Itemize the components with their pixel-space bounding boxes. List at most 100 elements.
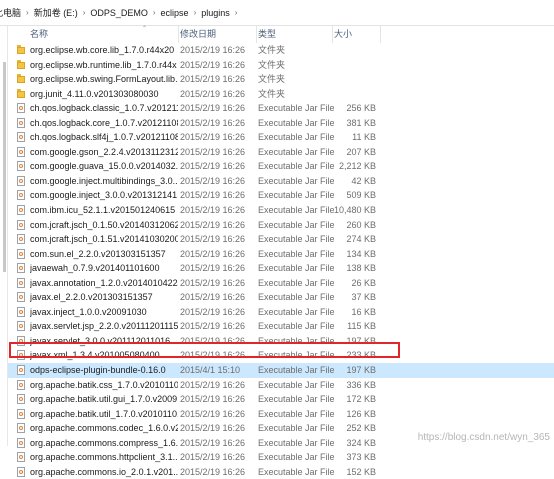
jar-icon — [17, 103, 25, 114]
file-modified-date: 2015/2/19 16:26 — [180, 88, 246, 99]
file-size: 207 KB — [346, 146, 376, 157]
breadcrumb-separator-icon: › — [26, 8, 29, 17]
file-type: 文件夹 — [258, 45, 286, 55]
file-name: javax.el_2.2.0.v201303151357 — [30, 292, 153, 303]
file-name: com.google.guava_15.0.0.v2014032... — [30, 161, 178, 172]
breadcrumb-item-plugins[interactable]: plugins — [200, 8, 231, 18]
file-modified-date: 2015/2/19 16:26 — [180, 103, 246, 114]
file-name: org.apache.batik.css_1.7.0.v2010110... — [30, 379, 178, 390]
column-divider[interactable] — [256, 26, 257, 43]
file-size: 42 KB — [351, 175, 376, 186]
column-header-size[interactable]: 大小 — [334, 26, 352, 43]
file-row[interactable]: org.apache.batik.util_1.7.0.v2010110... 2… — [8, 407, 554, 422]
jar-icon — [17, 379, 25, 390]
file-name: org.apache.commons.httpclient_3.1... — [30, 452, 178, 463]
jar-icon — [17, 263, 25, 274]
file-name: com.jcraft.jsch_0.1.51.v201410302000 — [30, 234, 178, 245]
navigation-pane-edge — [0, 26, 8, 446]
file-row[interactable]: com.google.inject.multibindings_3.0... 20… — [8, 174, 554, 189]
column-header-date[interactable]: 修改日期 — [180, 26, 216, 43]
file-size: 336 KB — [346, 379, 376, 390]
file-modified-date: 2015/2/19 16:26 — [180, 408, 246, 419]
file-modified-date: 2015/4/1 15:10 — [180, 365, 241, 376]
watermark: https://blog.csdn.net/wyn_365 — [417, 432, 550, 443]
file-row[interactable]: javax.servlet.jsp_2.2.0.v201112011158 201… — [8, 319, 554, 334]
file-row[interactable]: org.junit_4.11.0.v201303080030 2015/2/19 … — [8, 87, 554, 102]
file-row[interactable]: com.google.gson_2.2.4.v2013112312... 2015… — [8, 145, 554, 160]
breadcrumb-separator-icon: › — [193, 8, 197, 17]
folder-icon — [17, 45, 25, 54]
file-row[interactable]: com.sun.el_2.2.0.v201303151357 2015/2/19 … — [8, 247, 554, 262]
file-name: javaewah_0.7.9.v201401101600 — [30, 263, 160, 274]
file-modified-date: 2015/2/19 16:26 — [180, 466, 246, 477]
file-modified-date: 2015/2/19 16:26 — [180, 394, 246, 405]
jar-icon — [17, 190, 25, 201]
file-name: com.google.inject_3.0.0.v201312141... — [30, 190, 178, 201]
breadcrumb-separator-icon: › — [82, 8, 86, 17]
jar-icon — [17, 117, 25, 128]
breadcrumb-item-this-pc[interactable]: 此电脑 — [0, 6, 22, 19]
breadcrumb-item-drive[interactable]: 新加卷 (E:) — [33, 6, 79, 19]
file-row[interactable]: org.eclipse.wb.swing.FormLayout.lib... 20… — [8, 72, 554, 87]
file-row[interactable]: com.jcraft.jsch_0.1.51.v201410302000 2015… — [8, 232, 554, 247]
jar-icon — [17, 234, 25, 245]
breadcrumb-separator-icon: › — [152, 8, 156, 17]
breadcrumb-item-odps-demo[interactable]: ODPS_DEMO — [89, 8, 149, 18]
file-name: org.apache.commons.compress_1.6... — [30, 437, 178, 448]
file-size: 16 KB — [351, 306, 376, 317]
column-divider[interactable] — [178, 26, 179, 43]
jar-icon — [17, 277, 25, 288]
file-size: 197 KB — [346, 365, 376, 376]
file-row[interactable]: org.apache.batik.css_1.7.0.v2010110... 20… — [8, 378, 554, 393]
file-row[interactable]: ch.qos.logback.core_1.0.7.v20121108... 20… — [8, 116, 554, 131]
file-row[interactable]: javax.el_2.2.0.v201303151357 2015/2/19 16… — [8, 290, 554, 305]
file-row[interactable]: odps-eclipse-plugin-bundle-0.16.0 2015/4/… — [8, 363, 554, 378]
navigation-pane-scrollbar[interactable] — [3, 62, 6, 272]
file-size: 509 KB — [346, 190, 376, 201]
file-size: 260 KB — [346, 219, 376, 230]
file-row[interactable]: org.apache.batik.util.gui_1.7.0.v2009...… — [8, 392, 554, 407]
column-divider[interactable] — [332, 26, 333, 43]
file-row[interactable]: com.ibm.icu_52.1.1.v201501240615 2015/2/1… — [8, 203, 554, 218]
file-modified-date: 2015/2/19 16:26 — [180, 74, 246, 85]
file-row[interactable]: org.eclipse.wb.runtime.lib_1.7.0.r44x 201… — [8, 58, 554, 73]
file-name: org.apache.batik.util_1.7.0.v2010110... — [30, 408, 178, 419]
file-list: org.eclipse.wb.core.lib_1.7.0.r44x20 2015… — [8, 43, 554, 479]
file-modified-date: 2015/2/19 16:26 — [180, 292, 246, 303]
file-row[interactable]: javax.inject_1.0.0.v20091030 2015/2/19 16… — [8, 305, 554, 320]
file-size: 324 KB — [346, 437, 376, 448]
file-row[interactable]: ch.qos.logback.slf4j_1.0.7.v20121108... 2… — [8, 130, 554, 145]
file-row[interactable]: org.apache.commons.io_2.0.1.v201... 2015/… — [8, 465, 554, 479]
file-row[interactable]: org.eclipse.wb.core.lib_1.7.0.r44x20 2015… — [8, 43, 554, 58]
file-size: 115 KB — [347, 321, 376, 332]
file-name: org.apache.commons.codec_1.6.0.v2... — [30, 423, 178, 434]
file-size: 11 KB — [352, 132, 376, 143]
file-name: javax.servlet.jsp_2.2.0.v201112011158 — [30, 321, 178, 332]
file-row[interactable]: javaewah_0.7.9.v201401101600 2015/2/19 16… — [8, 261, 554, 276]
file-row[interactable]: com.google.guava_15.0.0.v2014032... 2015/… — [8, 159, 554, 174]
breadcrumb-item-eclipse[interactable]: eclipse — [160, 8, 190, 18]
column-divider[interactable] — [380, 26, 381, 43]
file-name: com.jcraft.jsch_0.1.50.v201403120620 — [30, 219, 178, 230]
file-modified-date: 2015/2/19 16:26 — [180, 161, 246, 172]
jar-icon — [17, 292, 25, 303]
file-row[interactable]: org.apache.commons.httpclient_3.1... 2015… — [8, 450, 554, 465]
file-row[interactable]: com.jcraft.jsch_0.1.50.v201403120620 2015… — [8, 218, 554, 233]
file-row[interactable]: com.google.inject_3.0.0.v201312141... 201… — [8, 188, 554, 203]
file-name: com.google.gson_2.2.4.v2013112312... — [30, 146, 178, 157]
file-row[interactable]: ch.qos.logback.classic_1.0.7.v201211... 2… — [8, 101, 554, 116]
file-name: javax.annotation_1.2.0.v201401042248 — [30, 277, 178, 288]
file-name: org.junit_4.11.0.v201303080030 — [30, 88, 159, 99]
file-modified-date: 2015/2/19 16:26 — [180, 59, 246, 70]
jar-icon — [17, 423, 25, 434]
jar-icon — [17, 408, 25, 419]
file-modified-date: 2015/2/19 16:26 — [180, 452, 246, 463]
file-row[interactable]: javax.annotation_1.2.0.v201401042248 2015… — [8, 276, 554, 291]
jar-icon — [17, 306, 25, 317]
file-size: 381 KB — [346, 117, 376, 128]
column-header-type[interactable]: 类型 — [258, 26, 276, 43]
jar-icon — [17, 248, 25, 259]
file-modified-date: 2015/2/19 16:26 — [180, 423, 246, 434]
column-header-name[interactable]: 名称 — [30, 26, 48, 43]
annotation-highlight-box — [9, 342, 400, 358]
